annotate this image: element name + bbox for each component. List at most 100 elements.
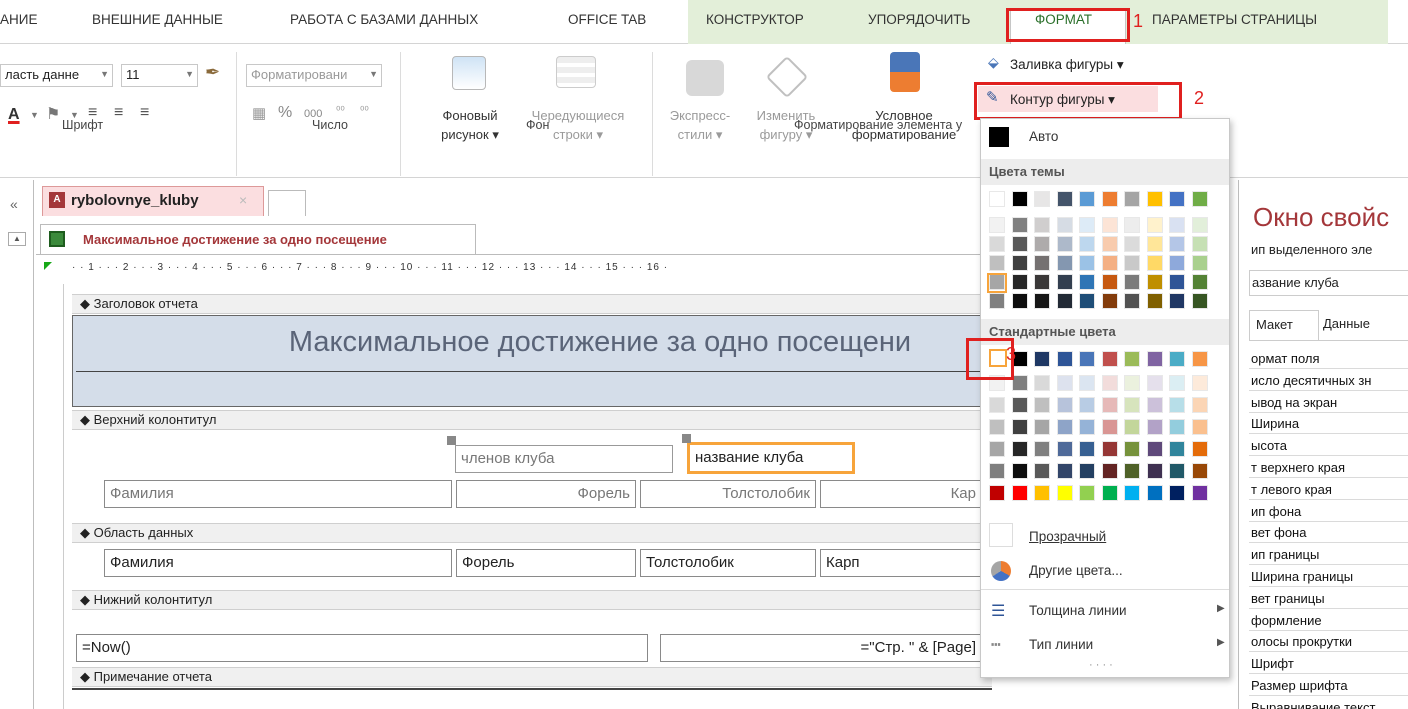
members-label-field[interactable]: членов клуба <box>455 445 673 473</box>
color-swatch[interactable] <box>1124 293 1140 309</box>
property-row[interactable]: олосы прокрутки <box>1249 631 1408 653</box>
color-swatch[interactable] <box>989 255 1005 271</box>
color-swatch[interactable] <box>989 463 1005 479</box>
property-row[interactable]: ип фона <box>1249 501 1408 522</box>
new-tab-button[interactable] <box>268 190 306 216</box>
color-swatch[interactable] <box>1011 191 1028 207</box>
color-swatch[interactable] <box>1146 217 1163 233</box>
tab-office-tab[interactable]: OFFICE TAB <box>568 12 646 27</box>
currency-icon[interactable]: ▦ <box>252 104 266 122</box>
color-swatch[interactable] <box>989 441 1005 457</box>
color-swatch[interactable] <box>1124 441 1140 457</box>
color-swatch[interactable] <box>1191 419 1208 435</box>
color-swatch[interactable] <box>1056 351 1073 367</box>
tab-external-data[interactable]: ВНЕШНИЕ ДАННЫЕ <box>92 12 223 27</box>
now-field[interactable]: =Now() <box>76 634 648 662</box>
color-swatch[interactable] <box>1101 191 1118 207</box>
color-swatch[interactable] <box>1124 375 1140 391</box>
color-swatch[interactable] <box>1079 274 1095 290</box>
color-swatch[interactable] <box>1034 191 1050 207</box>
carp-field[interactable]: Карп <box>820 549 982 577</box>
color-swatch[interactable] <box>1011 397 1028 413</box>
surname-field[interactable]: Фамилия <box>104 549 452 577</box>
shape-fill-button[interactable]: Заливка фигуры ▾ <box>1010 57 1124 73</box>
color-swatch[interactable] <box>1056 485 1073 501</box>
menu-more-colors[interactable]: Другие цвета... <box>1029 563 1123 578</box>
color-swatch[interactable] <box>1146 191 1163 207</box>
color-swatch[interactable] <box>1191 485 1208 501</box>
color-swatch[interactable] <box>1124 463 1140 479</box>
color-swatch[interactable] <box>1169 441 1185 457</box>
color-swatch[interactable] <box>1034 397 1050 413</box>
section-page-footer[interactable]: ◆ Нижний колонтитул <box>72 590 992 610</box>
color-swatch[interactable] <box>1191 217 1208 233</box>
color-swatch[interactable] <box>1056 255 1073 271</box>
color-swatch[interactable] <box>1079 375 1095 391</box>
color-swatch[interactable] <box>1079 236 1095 252</box>
color-swatch[interactable] <box>1191 255 1208 271</box>
color-swatch[interactable] <box>1124 397 1140 413</box>
color-swatch[interactable] <box>1124 217 1140 233</box>
color-swatch[interactable] <box>1169 397 1185 413</box>
color-swatch[interactable] <box>1034 441 1050 457</box>
color-swatch[interactable] <box>1011 419 1028 435</box>
color-swatch[interactable] <box>1079 191 1095 207</box>
move-handle[interactable] <box>447 436 456 445</box>
color-swatch[interactable] <box>1146 351 1163 367</box>
color-swatch[interactable] <box>1146 441 1163 457</box>
align-center-icon[interactable]: ≡ <box>114 104 123 122</box>
color-swatch[interactable] <box>1169 236 1185 252</box>
color-swatch[interactable] <box>1011 463 1028 479</box>
color-swatch[interactable] <box>1079 397 1095 413</box>
color-swatch[interactable] <box>1056 463 1073 479</box>
align-right-icon[interactable]: ≡ <box>140 104 149 122</box>
background-image-icon[interactable] <box>452 56 486 90</box>
color-swatch[interactable] <box>1011 274 1028 290</box>
color-swatch[interactable] <box>1146 274 1163 290</box>
quick-styles-icon[interactable] <box>686 60 724 96</box>
color-swatch[interactable] <box>1169 255 1185 271</box>
color-swatch[interactable] <box>1124 236 1140 252</box>
color-swatch[interactable] <box>1011 485 1028 501</box>
surname-label-field[interactable]: Фамилия <box>104 480 452 508</box>
color-swatch[interactable] <box>1056 191 1073 207</box>
color-swatch[interactable] <box>989 236 1005 252</box>
font-size-combo[interactable]: 11 ▼ <box>121 64 198 87</box>
color-swatch[interactable] <box>1101 463 1118 479</box>
color-swatch[interactable] <box>1079 463 1095 479</box>
color-swatch[interactable] <box>1146 236 1163 252</box>
property-row[interactable]: вет фона <box>1249 522 1408 544</box>
color-swatch[interactable] <box>1146 463 1163 479</box>
tab-page-setup[interactable]: ПАРАМЕТРЫ СТРАНИЦЫ <box>1152 12 1317 27</box>
property-row[interactable]: Размер шрифта <box>1249 675 1408 696</box>
color-swatch[interactable] <box>1034 217 1050 233</box>
color-swatch[interactable] <box>1079 293 1095 309</box>
property-row[interactable]: Выравнивание текст <box>1249 697 1408 709</box>
color-swatch[interactable] <box>1034 274 1050 290</box>
color-swatch[interactable] <box>1146 375 1163 391</box>
color-swatch[interactable] <box>1191 191 1208 207</box>
property-row[interactable]: ывод на экран <box>1249 392 1408 413</box>
menu-line-thickness[interactable]: Толщина линии <box>1029 603 1127 618</box>
color-swatch[interactable] <box>1101 217 1118 233</box>
color-swatch[interactable] <box>1011 236 1028 252</box>
color-swatch[interactable] <box>1034 351 1050 367</box>
property-row[interactable]: Шрифт <box>1249 653 1408 675</box>
color-swatch[interactable] <box>1056 217 1073 233</box>
color-swatch[interactable] <box>1146 397 1163 413</box>
color-swatch[interactable] <box>989 419 1005 435</box>
section-page-header[interactable]: ◆ Верхний колонтитул <box>72 410 992 430</box>
color-swatch[interactable] <box>989 191 1005 207</box>
color-swatch[interactable] <box>1101 236 1118 252</box>
silver-carp-field[interactable]: Толстолобик <box>640 549 816 577</box>
color-swatch[interactable] <box>1169 375 1185 391</box>
page-number-field[interactable]: ="Стр. " & [Page] <box>660 634 982 662</box>
close-icon[interactable]: × <box>239 192 247 208</box>
color-swatch[interactable] <box>1191 463 1208 479</box>
color-swatch[interactable] <box>1191 351 1208 367</box>
color-swatch[interactable] <box>1146 293 1163 309</box>
color-swatch[interactable] <box>1169 351 1185 367</box>
increase-decimals-icon[interactable]: ⁰⁰ <box>336 104 345 117</box>
color-swatch[interactable] <box>1056 397 1073 413</box>
color-swatch[interactable] <box>1101 351 1118 367</box>
